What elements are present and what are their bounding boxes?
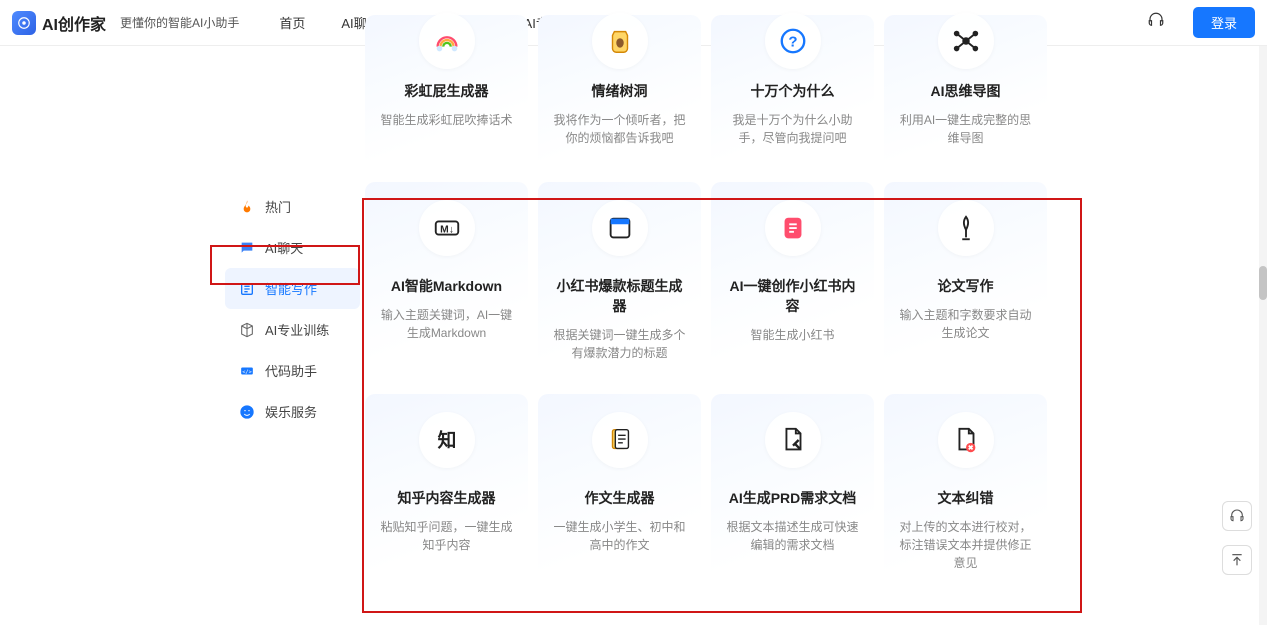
topbar-right: 登录	[1147, 7, 1255, 38]
card-docx[interactable]: 文本纠错对上传的文本进行校对，标注错误文本并提供修正意见	[884, 394, 1047, 594]
smile-icon	[239, 404, 255, 420]
card-zhihu[interactable]: 知知乎内容生成器粘贴知乎问题，一键生成知乎内容	[365, 394, 528, 594]
card-desc: 输入主题关键词，AI一键生成Markdown	[377, 306, 516, 342]
brand-tagline: 更懂你的智能AI小助手	[120, 14, 239, 31]
essay-icon	[592, 412, 648, 468]
svg-text:知: 知	[437, 429, 456, 451]
category-sidebar: 热门 AI聊天智能写作 AI专业训练 </> 代码助手娱乐服务	[225, 186, 360, 432]
top-row: 彩虹屁生成器智能生成彩虹屁吹捧话术情绪树洞我将作为一个倾听者，把你的烦恼都告诉我…	[365, 15, 1060, 170]
code-icon: </>	[239, 363, 255, 379]
svg-text:?: ?	[788, 34, 797, 51]
scrollbar-thumb[interactable]	[1259, 266, 1267, 300]
back-to-top-button[interactable]	[1222, 545, 1252, 575]
doc-icon	[765, 412, 821, 468]
sidebar-item-0[interactable]: 热门	[225, 186, 360, 227]
mindmap-icon	[938, 13, 994, 69]
support-float-button[interactable]	[1222, 501, 1252, 531]
card-desc: 根据文本描述生成可快速编辑的需求文档	[723, 518, 862, 554]
card-desc: 根据关键词一键生成多个有爆款潜力的标题	[550, 326, 689, 362]
card-desc: 智能生成彩虹屁吹捧话术	[380, 111, 512, 129]
card-title: AI生成PRD需求文档	[729, 488, 857, 508]
login-button[interactable]: 登录	[1193, 7, 1255, 38]
window-icon	[592, 200, 648, 256]
sidebar-item-2[interactable]: 智能写作	[225, 268, 360, 309]
scrollbar-track[interactable]	[1259, 46, 1267, 625]
zhihu-icon: 知	[419, 412, 475, 468]
card-window[interactable]: 小红书爆款标题生成器根据关键词一键生成多个有爆款潜力的标题	[538, 182, 701, 382]
cards-area: 彩虹屁生成器智能生成彩虹屁吹捧话术情绪树洞我将作为一个倾听者，把你的烦恼都告诉我…	[365, 15, 1060, 594]
sidebar-label: AI专业训练	[265, 320, 329, 339]
treehole-icon	[592, 13, 648, 69]
floating-tools	[1222, 501, 1252, 575]
card-question[interactable]: ? 十万个为什么我是十万个为什么小助手，尽管向我提问吧	[711, 15, 874, 170]
card-desc: 我是十万个为什么小助手，尽管向我提问吧	[723, 111, 862, 147]
card-title: 知乎内容生成器	[398, 488, 496, 508]
card-title: 十万个为什么	[751, 81, 835, 101]
brand-name: AI创作家	[42, 11, 106, 35]
sidebar-item-5[interactable]: 娱乐服务	[225, 391, 360, 432]
markdown-icon: M↓	[419, 200, 475, 256]
card-note[interactable]: AI一键创作小红书内容智能生成小红书	[711, 182, 874, 382]
card-mindmap[interactable]: AI思维导图利用AI一键生成完整的思维导图	[884, 15, 1047, 170]
card-desc: 一键生成小学生、初中和高中的作文	[550, 518, 689, 554]
card-title: AI智能Markdown	[391, 276, 502, 296]
question-icon: ?	[765, 13, 821, 69]
card-title: AI一键创作小红书内容	[723, 276, 862, 316]
edit-icon	[239, 281, 255, 297]
sidebar-label: 代码助手	[265, 361, 317, 380]
card-title: 情绪树洞	[592, 81, 648, 101]
sidebar-label: 智能写作	[265, 279, 317, 298]
svg-text:M↓: M↓	[440, 225, 454, 236]
card-desc: 对上传的文本进行校对，标注错误文本并提供修正意见	[896, 518, 1035, 572]
cube-icon	[239, 322, 255, 338]
card-desc: 粘贴知乎问题，一键生成知乎内容	[377, 518, 516, 554]
logo-icon	[12, 11, 36, 35]
card-desc: 输入主题和字数要求自动生成论文	[896, 306, 1035, 342]
sidebar-item-1[interactable]: AI聊天	[225, 227, 360, 268]
svg-text:</>: </>	[242, 369, 251, 375]
bottom-row: 知知乎内容生成器粘贴知乎问题，一键生成知乎内容作文生成器一键生成小学生、初中和高…	[365, 394, 1060, 594]
flame-icon	[239, 199, 255, 215]
card-pen[interactable]: 论文写作输入主题和字数要求自动生成论文	[884, 182, 1047, 382]
card-essay[interactable]: 作文生成器一键生成小学生、初中和高中的作文	[538, 394, 701, 594]
card-title: 作文生成器	[585, 488, 655, 508]
nav-item-0[interactable]: 首页	[279, 13, 305, 32]
card-desc: 我将作为一个倾听者，把你的烦恼都告诉我吧	[550, 111, 689, 147]
card-title: 文本纠错	[938, 488, 994, 508]
card-doc[interactable]: AI生成PRD需求文档根据文本描述生成可快速编辑的需求文档	[711, 394, 874, 594]
card-desc: 利用AI一键生成完整的思维导图	[896, 111, 1035, 147]
sidebar-label: 热门	[265, 197, 291, 216]
card-markdown[interactable]: M↓ AI智能Markdown 输入主题关键词，AI一键生成Markdown	[365, 182, 528, 382]
sidebar-item-4[interactable]: </> 代码助手	[225, 350, 360, 391]
card-title: 论文写作	[938, 276, 994, 296]
pen-icon	[938, 200, 994, 256]
mid-row: M↓ AI智能Markdown 输入主题关键词，AI一键生成Markdown 小红书爆…	[365, 182, 1060, 382]
card-treehole[interactable]: 情绪树洞我将作为一个倾听者，把你的烦恼都告诉我吧	[538, 15, 701, 170]
card-rainbow[interactable]: 彩虹屁生成器智能生成彩虹屁吹捧话术	[365, 15, 528, 170]
rainbow-icon	[419, 13, 475, 69]
docx-icon	[938, 412, 994, 468]
nav-label: 首页	[279, 13, 305, 32]
sidebar-label: AI聊天	[265, 238, 303, 257]
support-icon[interactable]	[1147, 11, 1165, 34]
brand-logo[interactable]: AI创作家	[12, 11, 106, 35]
card-title: 小红书爆款标题生成器	[550, 276, 689, 316]
card-title: 彩虹屁生成器	[405, 81, 489, 101]
card-desc: 智能生成小红书	[750, 326, 834, 344]
note-icon	[765, 200, 821, 256]
card-title: AI思维导图	[931, 81, 1001, 101]
chat-icon	[239, 240, 255, 256]
sidebar-item-3[interactable]: AI专业训练	[225, 309, 360, 350]
sidebar-label: 娱乐服务	[265, 402, 317, 421]
